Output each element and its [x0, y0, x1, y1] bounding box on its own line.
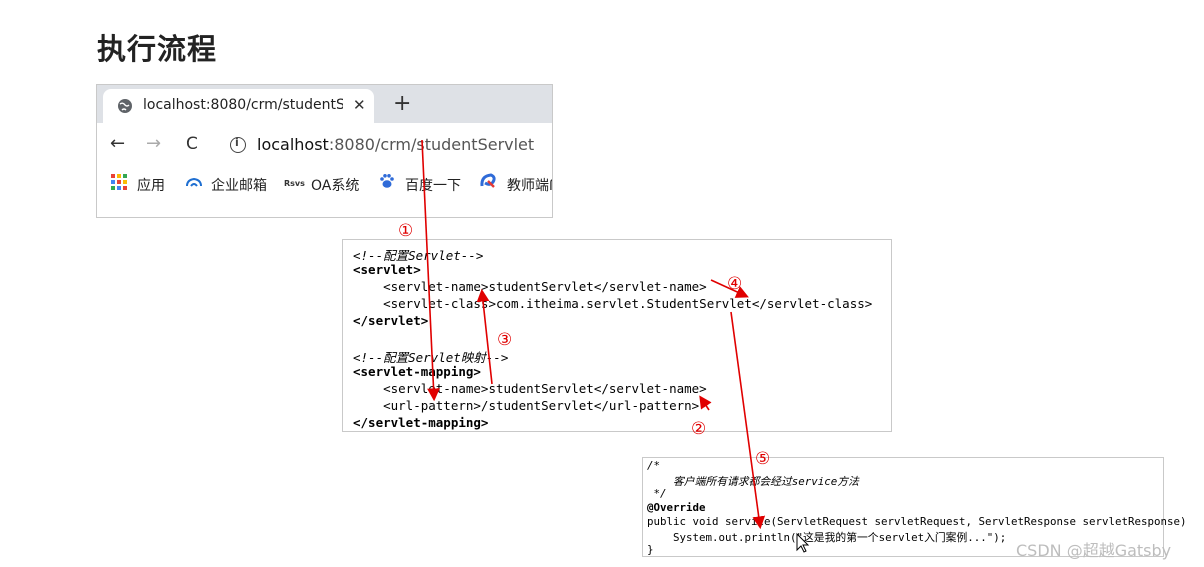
arrow-3 — [476, 288, 493, 385]
step-1-marker: ① — [398, 221, 413, 241]
arrow-5 — [730, 311, 766, 530]
watermark: CSDN @超越Gatsby — [1016, 541, 1172, 560]
step-5-marker: ⑤ — [755, 449, 770, 469]
arrow-1 — [421, 139, 440, 402]
step-4-marker: ④ — [727, 274, 742, 294]
flow-arrows: ① ② ③ ④ ⑤ — [398, 139, 810, 553]
step-2-marker: ② — [691, 419, 706, 439]
arrow-2 — [699, 395, 712, 411]
mouse-cursor-icon — [796, 532, 810, 553]
step-3-marker: ③ — [497, 330, 512, 350]
